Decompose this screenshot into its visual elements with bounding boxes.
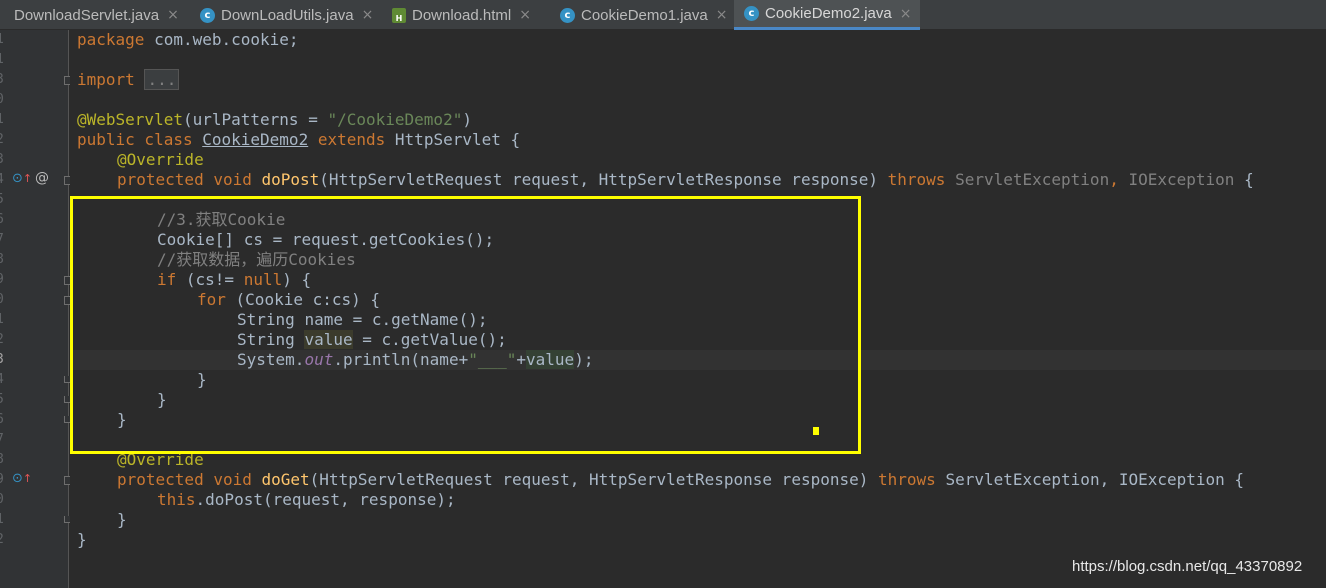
close-icon[interactable]: × — [716, 7, 728, 23]
highlight-marker — [813, 427, 819, 435]
line-number: 1 — [0, 112, 8, 127]
code-line: protected void doPost(HttpServletRequest… — [117, 170, 1254, 189]
html-file-icon: H — [392, 7, 406, 23]
code-line: @Override — [117, 150, 204, 169]
close-icon[interactable]: × — [362, 7, 374, 23]
tab-download-html[interactable]: H Download.html × — [386, 0, 552, 30]
close-icon[interactable]: × — [900, 6, 912, 22]
annotation-marker-icon: @ — [35, 170, 49, 186]
line-number: 4 — [0, 172, 8, 187]
highlight-rectangle — [70, 196, 861, 454]
tab-label: CookieDemo1.java — [581, 6, 708, 24]
code-line: package com.web.cookie; — [77, 30, 299, 49]
line-number: 0 — [0, 92, 8, 107]
line-number: 5 — [0, 192, 8, 207]
overrides-method-icon[interactable]: ⊙↑ — [12, 171, 32, 186]
tab-downloadutils[interactable]: c DownLoadUtils.java × — [190, 0, 386, 30]
code-line: public class CookieDemo2 extends HttpSer… — [77, 130, 521, 149]
line-number: 6 — [0, 412, 8, 427]
code-line: } — [117, 510, 127, 529]
line-number: 0 — [0, 292, 8, 307]
tab-label: Download.html — [412, 6, 512, 24]
close-icon[interactable]: × — [167, 7, 179, 23]
tab-cookiedemo2[interactable]: c CookieDemo2.java × — [734, 0, 920, 30]
line-number: 3 — [0, 72, 8, 87]
line-number: 7 — [0, 232, 8, 247]
line-number: 5 — [0, 392, 8, 407]
code-line: protected void doGet(HttpServletRequest … — [117, 470, 1245, 489]
line-number-gutter — [0, 30, 69, 588]
line-number: 0 — [0, 492, 8, 507]
line-number: 8 — [0, 452, 8, 467]
line-number: 4 — [0, 372, 8, 387]
line-number: 3 — [0, 152, 8, 167]
java-class-icon: c — [744, 6, 759, 21]
line-number: 3 — [0, 352, 8, 367]
code-line: @WebServlet(urlPatterns = "/CookieDemo2"… — [77, 110, 472, 129]
tab-label: DownLoadUtils.java — [221, 6, 354, 24]
code-line: import ... — [77, 69, 180, 90]
java-class-icon: c — [560, 7, 575, 23]
line-number: 9 — [0, 472, 8, 487]
close-icon[interactable]: × — [519, 7, 531, 23]
collapsed-imports[interactable]: ... — [144, 69, 180, 90]
line-number: 9 — [0, 272, 8, 287]
line-number: 1 — [0, 32, 8, 47]
tab-downloadservlet[interactable]: DownloadServlet.java × — [0, 0, 190, 30]
line-number: 6 — [0, 212, 8, 227]
tab-cookiedemo1[interactable]: c CookieDemo1.java × — [552, 0, 734, 30]
watermark: https://blog.csdn.net/qq_43370892 — [1072, 558, 1303, 575]
line-number: 2 — [0, 332, 8, 347]
java-class-icon: c — [200, 7, 215, 23]
line-number: 1 — [0, 312, 8, 327]
line-number: 7 — [0, 432, 8, 447]
line-number: 2 — [0, 532, 8, 547]
tab-label: DownloadServlet.java — [14, 6, 160, 24]
code-line: this.doPost(request, response); — [157, 490, 456, 509]
code-line: } — [77, 530, 87, 549]
line-number: 1 — [0, 512, 8, 527]
overrides-method-icon[interactable]: ⊙↑ — [12, 471, 32, 486]
line-number: 8 — [0, 252, 8, 267]
line-number: 2 — [0, 132, 8, 147]
line-number: 1 — [0, 52, 8, 67]
editor-tab-bar: DownloadServlet.java × c DownLoadUtils.j… — [0, 0, 1326, 30]
tab-label: CookieDemo2.java — [765, 5, 892, 22]
